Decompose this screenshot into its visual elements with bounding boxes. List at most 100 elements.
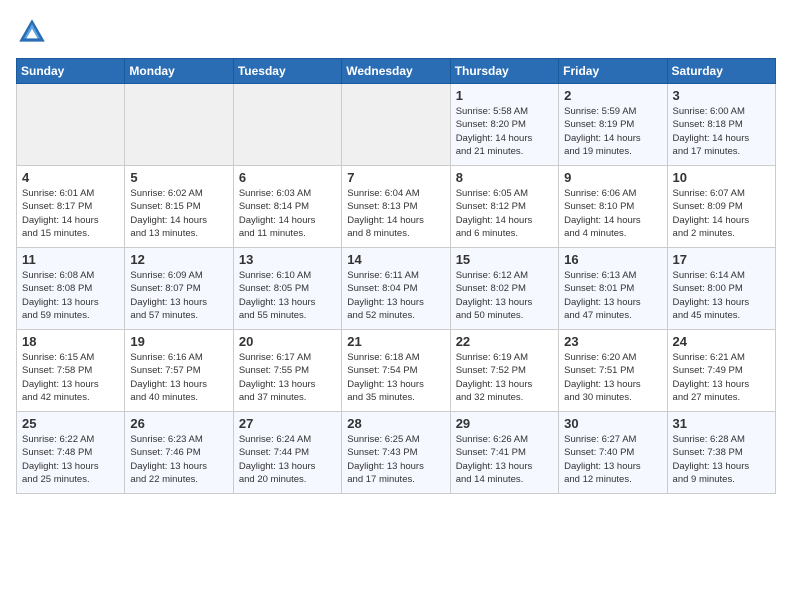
day-number: 8 (456, 170, 553, 185)
calendar-cell: 20 Sunrise: 6:17 AM Sunset: 7:55 PM Dayli… (233, 330, 341, 412)
day-number: 31 (673, 416, 770, 431)
weekday-header-monday: Monday (125, 59, 233, 84)
day-content: Sunrise: 5:59 AM Sunset: 8:19 PM Dayligh… (564, 105, 661, 158)
day-content: Sunrise: 6:06 AM Sunset: 8:10 PM Dayligh… (564, 187, 661, 240)
calendar-cell: 11 Sunrise: 6:08 AM Sunset: 8:08 PM Dayli… (17, 248, 125, 330)
day-number: 28 (347, 416, 444, 431)
weekday-header-wednesday: Wednesday (342, 59, 450, 84)
day-content: Sunrise: 6:14 AM Sunset: 8:00 PM Dayligh… (673, 269, 770, 322)
day-content: Sunrise: 6:08 AM Sunset: 8:08 PM Dayligh… (22, 269, 119, 322)
day-content: Sunrise: 6:23 AM Sunset: 7:46 PM Dayligh… (130, 433, 227, 486)
day-content: Sunrise: 6:03 AM Sunset: 8:14 PM Dayligh… (239, 187, 336, 240)
day-number: 25 (22, 416, 119, 431)
calendar-cell: 26 Sunrise: 6:23 AM Sunset: 7:46 PM Dayli… (125, 412, 233, 494)
day-number: 2 (564, 88, 661, 103)
day-content: Sunrise: 6:10 AM Sunset: 8:05 PM Dayligh… (239, 269, 336, 322)
day-number: 12 (130, 252, 227, 267)
day-number: 14 (347, 252, 444, 267)
calendar-week-row: 4Sunrise: 6:01 AM Sunset: 8:17 PM Daylig… (17, 166, 776, 248)
day-content: Sunrise: 6:22 AM Sunset: 7:48 PM Dayligh… (22, 433, 119, 486)
calendar-cell: 1 Sunrise: 5:58 AM Sunset: 8:20 PM Daylig… (450, 84, 558, 166)
day-content: Sunrise: 6:19 AM Sunset: 7:52 PM Dayligh… (456, 351, 553, 404)
day-number: 11 (22, 252, 119, 267)
calendar-week-row: 11 Sunrise: 6:08 AM Sunset: 8:08 PM Dayli… (17, 248, 776, 330)
day-number: 30 (564, 416, 661, 431)
calendar-cell: 23 Sunrise: 6:20 AM Sunset: 7:51 PM Dayli… (559, 330, 667, 412)
calendar-cell: 15 Sunrise: 6:12 AM Sunset: 8:02 PM Dayli… (450, 248, 558, 330)
calendar-cell (125, 84, 233, 166)
day-content: Sunrise: 6:17 AM Sunset: 7:55 PM Dayligh… (239, 351, 336, 404)
day-content: Sunrise: 6:12 AM Sunset: 8:02 PM Dayligh… (456, 269, 553, 322)
calendar-cell: 30 Sunrise: 6:27 AM Sunset: 7:40 PM Dayli… (559, 412, 667, 494)
day-content: Sunrise: 6:24 AM Sunset: 7:44 PM Dayligh… (239, 433, 336, 486)
calendar-cell: 27 Sunrise: 6:24 AM Sunset: 7:44 PM Dayli… (233, 412, 341, 494)
day-number: 20 (239, 334, 336, 349)
weekday-header-sunday: Sunday (17, 59, 125, 84)
day-number: 9 (564, 170, 661, 185)
calendar-cell (233, 84, 341, 166)
weekday-header-row: SundayMondayTuesdayWednesdayThursdayFrid… (17, 59, 776, 84)
day-number: 5 (130, 170, 227, 185)
calendar-cell: 6 Sunrise: 6:03 AM Sunset: 8:14 PM Daylig… (233, 166, 341, 248)
calendar-cell: 29 Sunrise: 6:26 AM Sunset: 7:41 PM Dayli… (450, 412, 558, 494)
day-content: Sunrise: 6:21 AM Sunset: 7:49 PM Dayligh… (673, 351, 770, 404)
day-number: 17 (673, 252, 770, 267)
day-content: Sunrise: 6:07 AM Sunset: 8:09 PM Dayligh… (673, 187, 770, 240)
day-number: 27 (239, 416, 336, 431)
day-content: Sunrise: 6:11 AM Sunset: 8:04 PM Dayligh… (347, 269, 444, 322)
calendar-cell: 18Sunrise: 6:15 AM Sunset: 7:58 PM Dayli… (17, 330, 125, 412)
calendar-cell: 17 Sunrise: 6:14 AM Sunset: 8:00 PM Dayli… (667, 248, 775, 330)
day-content: Sunrise: 6:20 AM Sunset: 7:51 PM Dayligh… (564, 351, 661, 404)
calendar-cell: 9 Sunrise: 6:06 AM Sunset: 8:10 PM Daylig… (559, 166, 667, 248)
day-number: 24 (673, 334, 770, 349)
calendar-cell: 25 Sunrise: 6:22 AM Sunset: 7:48 PM Dayli… (17, 412, 125, 494)
calendar-cell: 7 Sunrise: 6:04 AM Sunset: 8:13 PM Daylig… (342, 166, 450, 248)
calendar-week-row: 1 Sunrise: 5:58 AM Sunset: 8:20 PM Daylig… (17, 84, 776, 166)
day-number: 6 (239, 170, 336, 185)
calendar-cell: 2 Sunrise: 5:59 AM Sunset: 8:19 PM Daylig… (559, 84, 667, 166)
calendar-cell: 16 Sunrise: 6:13 AM Sunset: 8:01 PM Dayli… (559, 248, 667, 330)
calendar-week-row: 25 Sunrise: 6:22 AM Sunset: 7:48 PM Dayli… (17, 412, 776, 494)
day-content: Sunrise: 6:04 AM Sunset: 8:13 PM Dayligh… (347, 187, 444, 240)
logo-icon (16, 16, 48, 48)
day-content: Sunrise: 6:18 AM Sunset: 7:54 PM Dayligh… (347, 351, 444, 404)
day-content: Sunrise: 6:09 AM Sunset: 8:07 PM Dayligh… (130, 269, 227, 322)
calendar-cell: 12 Sunrise: 6:09 AM Sunset: 8:07 PM Dayli… (125, 248, 233, 330)
day-content: Sunrise: 6:27 AM Sunset: 7:40 PM Dayligh… (564, 433, 661, 486)
calendar-cell: 19 Sunrise: 6:16 AM Sunset: 7:57 PM Dayli… (125, 330, 233, 412)
calendar-cell: 24 Sunrise: 6:21 AM Sunset: 7:49 PM Dayli… (667, 330, 775, 412)
weekday-header-tuesday: Tuesday (233, 59, 341, 84)
day-number: 1 (456, 88, 553, 103)
calendar-cell: 28 Sunrise: 6:25 AM Sunset: 7:43 PM Dayli… (342, 412, 450, 494)
calendar-cell: 8Sunrise: 6:05 AM Sunset: 8:12 PM Daylig… (450, 166, 558, 248)
day-number: 3 (673, 88, 770, 103)
calendar-cell: 4Sunrise: 6:01 AM Sunset: 8:17 PM Daylig… (17, 166, 125, 248)
weekday-header-thursday: Thursday (450, 59, 558, 84)
day-number: 19 (130, 334, 227, 349)
day-content: Sunrise: 6:13 AM Sunset: 8:01 PM Dayligh… (564, 269, 661, 322)
day-number: 7 (347, 170, 444, 185)
day-content: Sunrise: 6:25 AM Sunset: 7:43 PM Dayligh… (347, 433, 444, 486)
day-number: 4 (22, 170, 119, 185)
day-content: Sunrise: 6:26 AM Sunset: 7:41 PM Dayligh… (456, 433, 553, 486)
day-number: 10 (673, 170, 770, 185)
day-content: Sunrise: 6:28 AM Sunset: 7:38 PM Dayligh… (673, 433, 770, 486)
day-content: Sunrise: 5:58 AM Sunset: 8:20 PM Dayligh… (456, 105, 553, 158)
day-number: 22 (456, 334, 553, 349)
day-number: 16 (564, 252, 661, 267)
day-number: 26 (130, 416, 227, 431)
page-header (16, 16, 776, 48)
day-number: 29 (456, 416, 553, 431)
day-number: 23 (564, 334, 661, 349)
calendar-cell: 14 Sunrise: 6:11 AM Sunset: 8:04 PM Dayli… (342, 248, 450, 330)
calendar-cell: 21 Sunrise: 6:18 AM Sunset: 7:54 PM Dayli… (342, 330, 450, 412)
calendar-cell: 10 Sunrise: 6:07 AM Sunset: 8:09 PM Dayli… (667, 166, 775, 248)
weekday-header-saturday: Saturday (667, 59, 775, 84)
calendar-table: SundayMondayTuesdayWednesdayThursdayFrid… (16, 58, 776, 494)
day-number: 21 (347, 334, 444, 349)
day-content: Sunrise: 6:16 AM Sunset: 7:57 PM Dayligh… (130, 351, 227, 404)
day-number: 13 (239, 252, 336, 267)
day-number: 15 (456, 252, 553, 267)
logo (16, 16, 54, 48)
day-content: Sunrise: 6:15 AM Sunset: 7:58 PM Dayligh… (22, 351, 119, 404)
